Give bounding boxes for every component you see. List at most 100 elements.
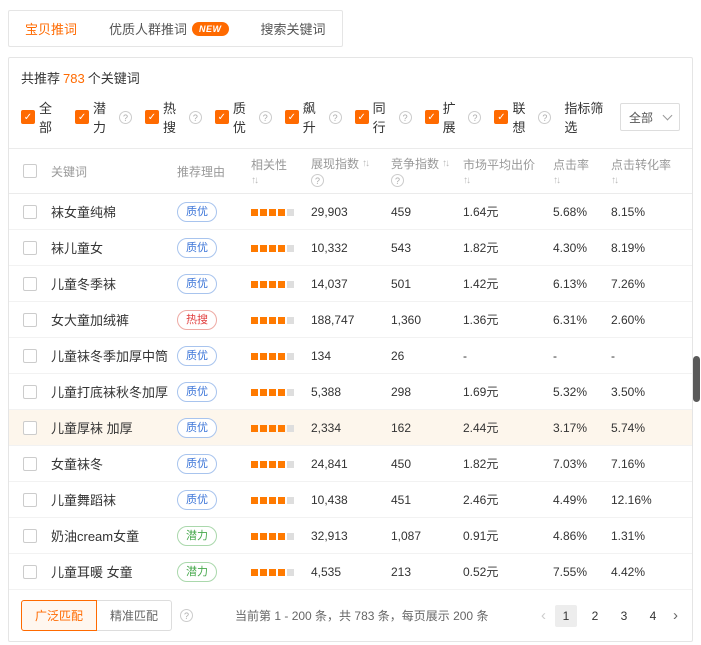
reason-tag: 潜力: [177, 526, 217, 546]
row-checkbox[interactable]: [23, 277, 37, 291]
tab-crowd-promote[interactable]: 优质人群推词 NEW: [93, 11, 245, 46]
sort-icon[interactable]: ↑↓: [442, 158, 448, 169]
column-ctr[interactable]: 点击率 ↑↓: [553, 156, 611, 186]
table-row-highlighted[interactable]: 儿童厚袜 加厚 质优 2,334 162 2.44元 3.17% 5.74%: [9, 410, 692, 446]
sort-icon[interactable]: ↑↓: [463, 175, 469, 186]
checkbox-checked-icon[interactable]: ✓: [145, 110, 159, 124]
broad-match-button[interactable]: 广泛匹配: [21, 600, 97, 631]
reason-tag: 质优: [177, 202, 217, 222]
chevron-down-icon: [663, 110, 673, 120]
cvr-cell: 8.19%: [611, 241, 691, 255]
competition-cell: 26: [391, 349, 463, 363]
keyword-count: 783: [63, 71, 85, 86]
table-row[interactable]: 儿童袜冬季加厚中筒 质优 134 26 - - -: [9, 338, 692, 374]
info-icon[interactable]: ?: [311, 174, 324, 187]
table-row[interactable]: 女童袜冬 质优 24,841 450 1.82元 7.03% 7.16%: [9, 446, 692, 482]
tab-item-promote[interactable]: 宝贝推词: [9, 11, 93, 46]
page-button-4[interactable]: 4: [642, 605, 664, 627]
row-checkbox[interactable]: [23, 241, 37, 255]
table-footer: 广泛匹配 精准匹配 ? 当前第 1 - 200 条，共 783 条，每页展示 2…: [9, 590, 692, 641]
page-button-2[interactable]: 2: [584, 605, 606, 627]
exact-match-button[interactable]: 精准匹配: [96, 600, 172, 631]
cvr-cell: 4.42%: [611, 565, 691, 579]
tab-bar: 宝贝推词 优质人群推词 NEW 搜索关键词: [8, 10, 343, 47]
info-icon[interactable]: ?: [259, 111, 272, 124]
table-row[interactable]: 袜儿童女 质优 10,332 543 1.82元 4.30% 8.19%: [9, 230, 692, 266]
info-icon[interactable]: ?: [399, 111, 412, 124]
info-icon[interactable]: ?: [189, 111, 202, 124]
select-all-checkbox[interactable]: [23, 164, 37, 178]
table-row[interactable]: 儿童冬季袜 质优 14,037 501 1.42元 6.13% 7.26%: [9, 266, 692, 302]
column-avg-price[interactable]: 市场平均出价 ↑↓: [463, 156, 553, 186]
sort-icon[interactable]: ↑↓: [362, 158, 368, 169]
table-row[interactable]: 儿童耳暖 女童 潜力 4,535 213 0.52元 7.55% 4.42%: [9, 554, 692, 590]
checkbox-checked-icon[interactable]: ✓: [21, 110, 35, 124]
cvr-cell: 12.16%: [611, 493, 691, 507]
metric-select[interactable]: 全部: [620, 103, 680, 131]
competition-cell: 501: [391, 277, 463, 291]
avg-price-cell: 1.64元: [463, 203, 553, 220]
page-button-1[interactable]: 1: [555, 605, 577, 627]
info-icon[interactable]: ?: [468, 111, 481, 124]
table-row[interactable]: 儿童舞蹈袜 质优 10,438 451 2.46元 4.49% 12.16%: [9, 482, 692, 518]
checkbox-checked-icon[interactable]: ✓: [494, 110, 508, 124]
info-icon[interactable]: ?: [391, 174, 404, 187]
impressions-cell: 10,438: [311, 493, 391, 507]
tab-search-keyword[interactable]: 搜索关键词: [245, 11, 342, 46]
filter-peer[interactable]: ✓ 同行 ?: [355, 98, 412, 136]
filter-potential[interactable]: ✓ 潜力 ?: [75, 98, 132, 136]
filter-expand[interactable]: ✓ 扩展 ?: [425, 98, 482, 136]
cvr-cell: 8.15%: [611, 205, 691, 219]
next-page-button[interactable]: ›: [671, 605, 680, 627]
table-row[interactable]: 儿童打底袜秋冬加厚 质优 5,388 298 1.69元 5.32% 3.50%: [9, 374, 692, 410]
checkbox-checked-icon[interactable]: ✓: [285, 110, 299, 124]
row-checkbox[interactable]: [23, 457, 37, 471]
relevance-bars: [251, 569, 294, 576]
page-button-3[interactable]: 3: [613, 605, 635, 627]
info-icon[interactable]: ?: [119, 111, 132, 124]
sort-icon[interactable]: ↑↓: [553, 175, 559, 186]
relevance-bars: [251, 281, 294, 288]
competition-cell: 459: [391, 205, 463, 219]
avg-price-cell: 0.52元: [463, 563, 553, 580]
sort-icon[interactable]: ↑↓: [251, 175, 257, 186]
scrollbar-thumb[interactable]: [693, 356, 700, 402]
checkbox-checked-icon[interactable]: ✓: [425, 110, 439, 124]
ctr-cell: 6.13%: [553, 277, 611, 291]
row-checkbox[interactable]: [23, 493, 37, 507]
ctr-cell: 4.86%: [553, 529, 611, 543]
filter-all[interactable]: ✓ 全部: [21, 98, 62, 136]
checkbox-checked-icon[interactable]: ✓: [355, 110, 369, 124]
filter-rising[interactable]: ✓ 飙升 ?: [285, 98, 342, 136]
metric-filter: 指标筛选 全部: [564, 98, 680, 136]
row-checkbox[interactable]: [23, 313, 37, 327]
prev-page-button[interactable]: ‹: [539, 605, 548, 627]
reason-tag: 质优: [177, 238, 217, 258]
row-checkbox[interactable]: [23, 529, 37, 543]
row-checkbox[interactable]: [23, 349, 37, 363]
column-cvr[interactable]: 点击转化率 ↑↓: [611, 156, 691, 186]
column-competition[interactable]: 竞争指数↑↓ ?: [391, 155, 463, 187]
row-checkbox[interactable]: [23, 565, 37, 579]
competition-cell: 1,087: [391, 529, 463, 543]
column-impressions[interactable]: 展现指数↑↓ ?: [311, 155, 391, 187]
keyword-cell: 儿童耳暖 女童: [51, 562, 177, 581]
table-row[interactable]: 奶油cream女童 潜力 32,913 1,087 0.91元 4.86% 1.…: [9, 518, 692, 554]
sort-icon[interactable]: ↑↓: [611, 175, 617, 186]
table-row[interactable]: 袜女童纯棉 质优 29,903 459 1.64元 5.68% 8.15%: [9, 194, 692, 230]
filter-associate[interactable]: ✓ 联想 ?: [494, 98, 551, 136]
info-icon[interactable]: ?: [180, 609, 193, 622]
reason-tag: 潜力: [177, 562, 217, 582]
filter-quality[interactable]: ✓ 质优 ?: [215, 98, 272, 136]
row-checkbox[interactable]: [23, 421, 37, 435]
info-icon[interactable]: ?: [329, 111, 342, 124]
checkbox-checked-icon[interactable]: ✓: [75, 110, 89, 124]
filter-hot[interactable]: ✓ 热搜 ?: [145, 98, 202, 136]
column-relevance[interactable]: 相关性 ↑↓: [251, 156, 311, 186]
row-checkbox[interactable]: [23, 205, 37, 219]
checkbox-checked-icon[interactable]: ✓: [215, 110, 229, 124]
info-icon[interactable]: ?: [538, 111, 551, 124]
table-row[interactable]: 女大童加绒裤 热搜 188,747 1,360 1.36元 6.31% 2.60…: [9, 302, 692, 338]
ctr-cell: 4.30%: [553, 241, 611, 255]
row-checkbox[interactable]: [23, 385, 37, 399]
